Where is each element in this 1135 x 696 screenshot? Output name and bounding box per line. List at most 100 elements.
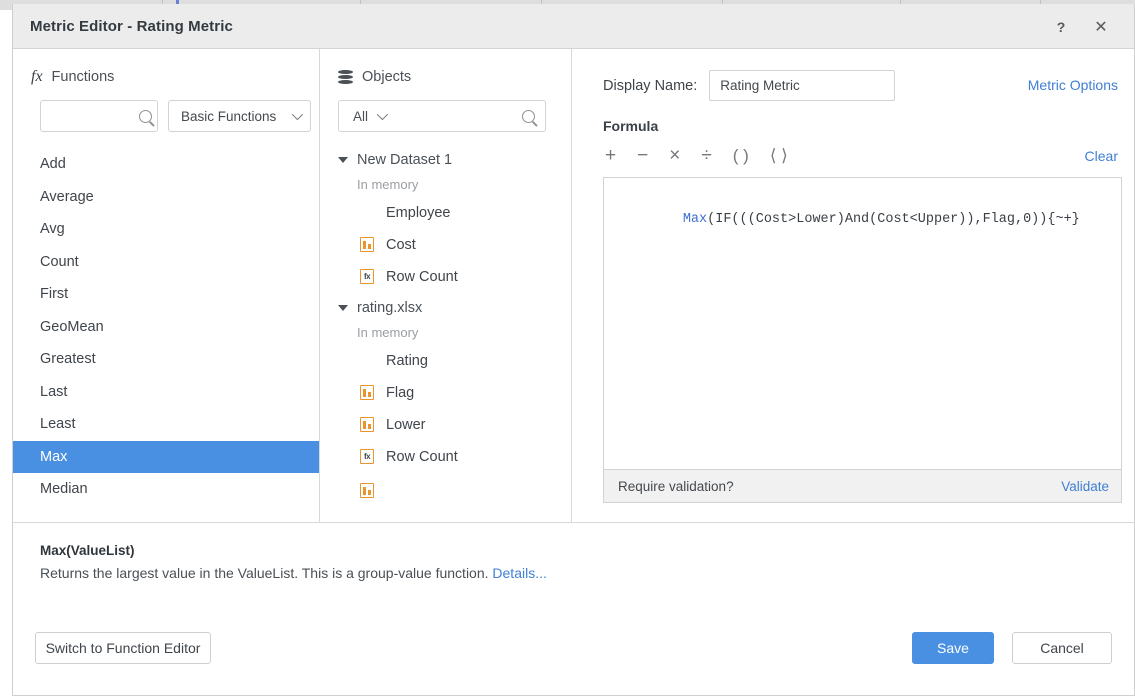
object-list-item[interactable]: Employee [320, 197, 571, 229]
function-list-item[interactable]: Last [13, 376, 319, 409]
function-description-sentence: Returns the largest value in the ValueLi… [40, 565, 492, 581]
object-list-item[interactable]: Cost [320, 229, 571, 261]
dataset-status: In memory [320, 173, 571, 197]
caret-down-icon[interactable] [338, 157, 348, 163]
object-label: Cost [386, 237, 416, 253]
operator-divide-button[interactable]: ÷ [701, 146, 711, 165]
search-icon [139, 110, 152, 123]
functions-search-row: Basic Functions [13, 85, 319, 132]
dialog-footer: Switch to Function Editor Save Cancel [13, 618, 1134, 694]
calculated-metric-icon: fx [360, 269, 376, 285]
objects-pane-title: Objects [362, 69, 411, 85]
metric-editor-dialog: Metric Editor - Rating Metric ? ✕ fx Fun… [12, 4, 1135, 696]
function-category-dropdown[interactable]: Basic Functions [168, 100, 311, 132]
object-list-item[interactable]: Lower [320, 409, 571, 441]
search-icon[interactable] [522, 110, 535, 123]
require-validation-label: Require validation? [618, 479, 734, 494]
validate-link[interactable]: Validate [1061, 479, 1109, 494]
object-label: Flag [386, 385, 414, 401]
function-list-item[interactable]: Max [13, 441, 319, 474]
dialog-title: Metric Editor - Rating Metric [30, 18, 233, 35]
functions-pane-title: Functions [52, 69, 115, 85]
dataset-name: rating.xlsx [357, 300, 422, 316]
formula-expression-token: (IF(((Cost>Lower)And(Cost<Upper)),Flag,0… [707, 212, 1080, 227]
object-list-item[interactable]: fx Row Count [320, 441, 571, 473]
chevron-down-icon [292, 109, 303, 120]
caret-down-icon[interactable] [338, 305, 348, 311]
function-signature: Max(ValueList) [40, 543, 1134, 558]
attribute-icon [360, 205, 376, 221]
function-search-box[interactable] [40, 100, 158, 132]
attribute-icon [360, 353, 376, 369]
objects-tree[interactable]: New Dataset 1In memoryEmployeeCostfxRow … [320, 147, 571, 515]
close-icon[interactable]: ✕ [1090, 16, 1112, 38]
formula-section-label: Formula [572, 101, 1134, 134]
validation-bar: Require validation? Validate [603, 470, 1122, 503]
function-list[interactable]: AddAverageAvgCountFirstGeoMeanGreatestLa… [13, 148, 319, 526]
dataset-group: rating.xlsx In memory Rating Flag Lowerfx Row… [320, 295, 571, 473]
functions-pane: fx Functions Basic Functions AddAverageA… [13, 49, 320, 523]
function-search-input[interactable] [47, 102, 139, 130]
operator-parentheses-button[interactable]: ( ) [733, 147, 749, 164]
function-list-item[interactable]: Average [13, 181, 319, 214]
dataset-status: In memory [320, 321, 571, 345]
operator-multiply-button[interactable]: × [669, 146, 680, 165]
functions-pane-header: fx Functions [13, 49, 319, 85]
function-list-item[interactable]: Count [13, 246, 319, 279]
formula-operator-toolbar: + − × ÷ ( ) ⟨ ⟩ Clear [572, 134, 1134, 165]
objects-pane: Objects All New Dataset 1 In memory Employ… [320, 49, 572, 523]
operator-plus-button[interactable]: + [605, 146, 616, 165]
dataset-header[interactable]: rating.xlsx [320, 295, 571, 321]
function-list-item[interactable]: GeoMean [13, 311, 319, 344]
object-list-item[interactable]: Rating [320, 345, 571, 377]
formula-editor-textarea[interactable]: Max(IF(((Cost>Lower)And(Cost<Upper)),Fla… [603, 177, 1122, 470]
metric-icon [360, 237, 376, 253]
object-list-item-partial[interactable] [320, 475, 571, 507]
function-list-item[interactable]: Greatest [13, 343, 319, 376]
chevron-down-icon [377, 109, 388, 120]
formula-pane: Display Name: Metric Options Formula + −… [572, 49, 1134, 523]
database-icon [338, 69, 353, 85]
function-list-item[interactable]: Median [13, 473, 319, 506]
editor-panes: fx Functions Basic Functions AddAverageA… [13, 49, 1134, 523]
objects-search-box[interactable]: All [338, 100, 546, 132]
formula-function-token: Max [683, 212, 707, 227]
function-list-item[interactable]: Add [13, 148, 319, 181]
dataset-name: New Dataset 1 [357, 152, 452, 168]
object-label: Row Count [386, 449, 458, 465]
objects-filter-label: All [353, 109, 368, 124]
display-name-input[interactable] [709, 70, 895, 101]
operator-minus-button[interactable]: − [637, 146, 648, 165]
display-name-label: Display Name: [603, 78, 697, 94]
function-list-item[interactable]: Least [13, 408, 319, 441]
display-name-row: Display Name: [572, 49, 1134, 101]
dialog-titlebar: Metric Editor - Rating Metric ? ✕ [13, 4, 1134, 49]
metric-options-link[interactable]: Metric Options [1028, 77, 1118, 93]
function-category-label: Basic Functions [181, 109, 276, 124]
function-list-item[interactable]: First [13, 278, 319, 311]
objects-filter-dropdown[interactable]: All [353, 109, 385, 124]
dataset-group: New Dataset 1 In memory Employee Costfx Row … [320, 147, 571, 293]
calculated-metric-icon: fx [360, 449, 376, 465]
metric-icon [360, 385, 376, 401]
object-label: Rating [386, 353, 428, 369]
object-list-item[interactable]: fx Row Count [320, 261, 571, 293]
dataset-header[interactable]: New Dataset 1 [320, 147, 571, 173]
fx-icon: fx [31, 69, 43, 85]
function-list-item[interactable]: Avg [13, 213, 319, 246]
objects-pane-header: Objects [320, 49, 571, 85]
metric-icon [360, 417, 376, 433]
switch-to-function-editor-button[interactable]: Switch to Function Editor [35, 632, 211, 664]
object-label: Row Count [386, 269, 458, 285]
save-button[interactable]: Save [912, 632, 994, 664]
details-link[interactable]: Details... [492, 565, 546, 581]
help-icon[interactable]: ? [1050, 16, 1072, 38]
metric-icon [360, 483, 376, 499]
operator-angle-brackets-button[interactable]: ⟨ ⟩ [770, 147, 788, 164]
object-list-item[interactable]: Flag [320, 377, 571, 409]
object-label: Employee [386, 205, 450, 221]
function-description-panel: Max(ValueList) Returns the largest value… [13, 523, 1134, 618]
clear-formula-link[interactable]: Clear [1085, 148, 1118, 164]
cancel-button[interactable]: Cancel [1012, 632, 1112, 664]
object-label: Lower [386, 417, 426, 433]
